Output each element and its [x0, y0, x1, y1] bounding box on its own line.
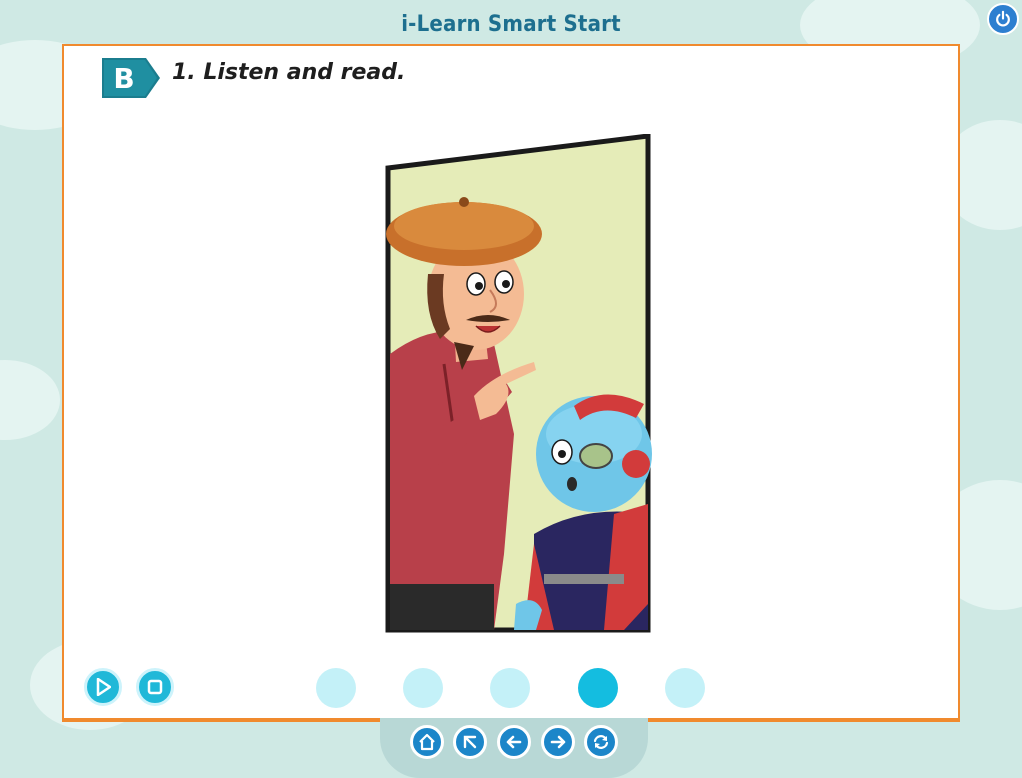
app-title: i-Learn Smart Start: [401, 12, 621, 37]
back-arrow-icon: [506, 735, 522, 749]
page-dot-3[interactable]: [490, 668, 530, 708]
page-dot-4[interactable]: [578, 668, 618, 708]
home-icon: [419, 733, 435, 751]
play-button[interactable]: [84, 668, 122, 706]
story-illustration: [385, 134, 652, 633]
forward-arrow-icon: [550, 735, 566, 749]
page-dot-5[interactable]: [665, 668, 705, 708]
home-button[interactable]: [410, 725, 444, 759]
background-cloud: [0, 360, 60, 440]
stop-button[interactable]: [136, 668, 174, 706]
content-panel: B 1. Listen and read.: [62, 44, 960, 722]
expand-icon: [463, 735, 477, 749]
forward-button[interactable]: [541, 725, 575, 759]
expand-button[interactable]: [453, 725, 487, 759]
power-button[interactable]: [987, 3, 1019, 35]
instruction-text: 1. Listen and read.: [172, 60, 406, 85]
back-button[interactable]: [497, 725, 531, 759]
section-badge: B: [102, 58, 160, 98]
section-badge-letter: B: [113, 62, 134, 95]
play-icon: [96, 678, 111, 696]
power-icon: [996, 10, 1010, 27]
page-dot-1[interactable]: [316, 668, 356, 708]
stop-icon: [147, 679, 163, 695]
page-dot-2[interactable]: [403, 668, 443, 708]
refresh-icon: [593, 735, 609, 749]
refresh-button[interactable]: [584, 725, 618, 759]
